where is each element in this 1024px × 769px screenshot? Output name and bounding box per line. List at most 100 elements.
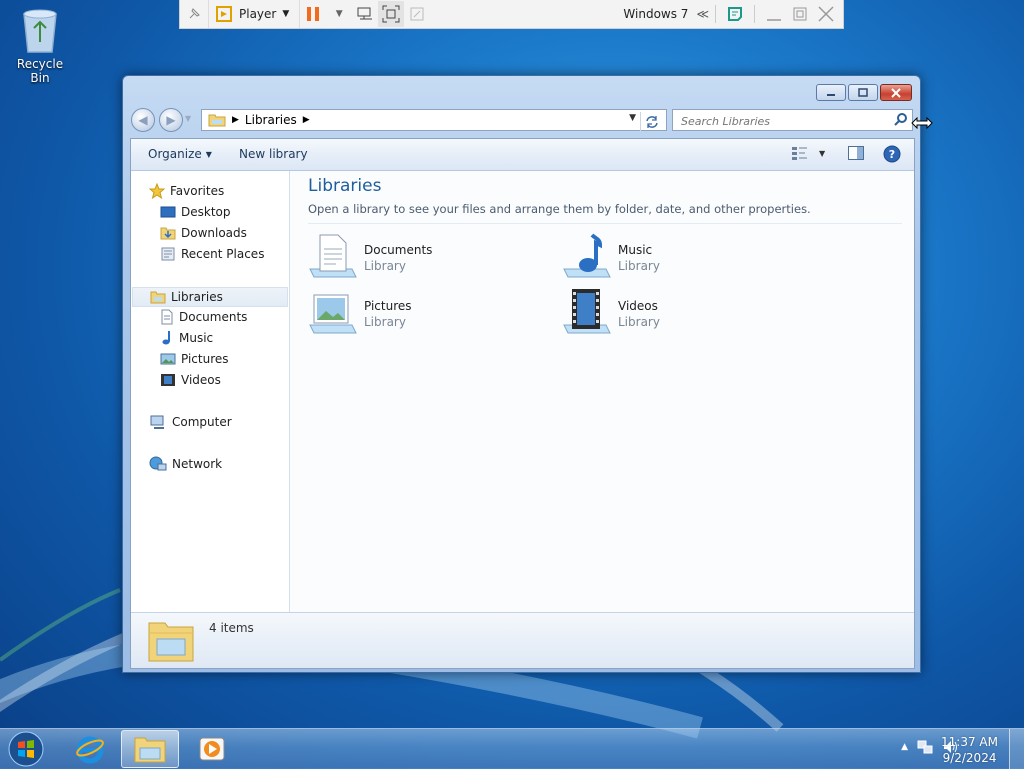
send-ctrl-alt-del-button[interactable] [352,1,378,27]
pin-icon[interactable] [180,0,209,28]
library-type: Library [364,315,406,329]
address-history-dropdown[interactable]: ▼ [629,113,636,123]
forward-button[interactable]: ▶ [159,108,183,132]
clock-time: 11:37 AM [941,735,998,749]
taskbar-internet-explorer[interactable] [61,730,119,768]
explorer-window: ◀ ▶ ▼ ▶ Libraries ▶ ▼ Organize ▼ [122,75,921,673]
unity-button[interactable] [404,1,430,27]
address-bar[interactable]: ▶ Libraries ▶ ▼ [201,109,667,132]
library-pictures[interactable]: Pictures Library [308,287,538,337]
internet-explorer-icon [76,736,104,764]
documents-library-icon [309,234,357,278]
organize-label: Organize [148,147,202,161]
content-frame: Organize ▼ New library ▼ ? Favorites Des… [130,138,915,669]
nav-pictures[interactable]: Pictures [160,349,229,369]
nav-libraries-label: Libraries [171,290,223,304]
show-desktop-button[interactable] [1009,729,1024,769]
nav-desktop-label: Desktop [181,205,231,219]
organize-button[interactable]: Organize ▼ [148,147,212,161]
libraries-folder-icon [150,291,166,304]
minimize-icon [827,93,835,96]
fullscreen-button[interactable] [378,1,405,27]
message-log-button[interactable] [722,1,748,27]
new-library-button[interactable]: New library [239,147,308,161]
navigation-pane: Favorites Desktop Downloads Recent Place… [131,171,290,612]
start-button[interactable] [6,731,46,767]
recycle-bin-label: Recycle Bin [16,57,64,85]
close-icon [891,87,901,98]
separator [715,5,716,23]
nav-music[interactable]: Music [160,328,213,348]
libraries-content: Libraries Open a library to see your fil… [290,171,914,612]
close-player-button[interactable] [813,1,839,27]
recycle-bin-shortcut[interactable]: Recycle Bin [8,6,72,85]
recent-pages-dropdown[interactable]: ▼ [185,114,191,123]
nav-videos[interactable]: Videos [160,370,221,390]
nav-recent-places[interactable]: Recent Places [160,244,264,264]
minimize-player-button[interactable] [761,1,787,27]
breadcrumb-separator-icon[interactable]: ▶ [232,115,239,125]
search-input[interactable] [679,111,888,131]
nav-libraries[interactable]: Libraries [132,287,288,307]
breadcrumb-separator-icon[interactable]: ▶ [303,115,310,125]
player-icon [216,6,232,22]
library-name: Documents [364,243,433,257]
taskbar-media-player[interactable] [183,730,241,768]
resize-cursor-icon [911,117,933,129]
network-status-icon[interactable] [916,739,934,755]
vmware-toolbar: Player ▼ ▼ Windows 7 ≪ [179,0,844,29]
pause-menu-dropdown[interactable]: ▼ [326,1,352,27]
forward-arrow-icon: ▶ [166,113,176,127]
breadcrumb-libraries[interactable]: Libraries [245,113,297,127]
nav-computer[interactable]: Computer [149,412,232,432]
minimize-button[interactable] [816,84,846,101]
nav-network[interactable]: Network [149,454,222,474]
close-button[interactable] [880,84,912,101]
search-box [672,109,913,131]
breadcrumb: ▶ Libraries ▶ [208,113,310,127]
restore-player-button[interactable] [787,1,813,27]
search-icon[interactable] [894,112,908,126]
show-hidden-icons-button[interactable]: ▲ [901,742,908,752]
collapse-toolbar-button[interactable]: ≪ [696,7,709,21]
preview-pane-button[interactable] [847,145,865,161]
taskbar-windows-explorer[interactable] [121,730,179,768]
library-name: Music [618,243,653,257]
computer-icon [150,415,164,429]
nav-videos-label: Videos [181,373,221,387]
nav-downloads[interactable]: Downloads [160,223,247,243]
chevron-down-icon: ▼ [335,9,343,19]
change-view-button[interactable]: ▼ [791,145,825,161]
player-menu-button[interactable]: Player ▼ [209,0,301,28]
nav-computer-label: Computer [172,415,232,429]
nav-favorites[interactable]: Favorites [149,181,224,201]
nav-recent-places-label: Recent Places [181,247,265,261]
pause-button[interactable] [300,1,326,27]
pictures-icon [160,353,176,365]
fullscreen-icon [382,5,400,23]
help-button[interactable]: ? [883,145,901,163]
windows-start-icon [8,731,44,767]
separator [754,5,755,23]
library-music[interactable]: Music Library [562,231,792,281]
back-arrow-icon: ◀ [138,113,148,127]
caption-buttons [816,84,912,101]
star-icon [149,183,165,199]
refresh-button[interactable] [640,112,663,132]
pause-icon [307,7,320,21]
vm-title: Windows 7 [623,7,689,21]
library-videos[interactable]: Videos Library [562,287,792,337]
chevron-down-icon: ▼ [282,9,290,19]
nav-desktop[interactable]: Desktop [160,202,231,222]
music-note-icon [162,331,170,345]
maximize-button[interactable] [848,84,878,101]
player-label: Player [239,7,277,21]
taskbar: ▲ 11:37 AM 9/2/2024 [0,728,1024,769]
back-button[interactable]: ◀ [131,108,155,132]
network-icon [149,456,167,471]
nav-documents[interactable]: Documents [160,307,247,327]
system-clock[interactable]: 11:37 AM 9/2/2024 [941,734,998,766]
chevron-down-icon[interactable]: ▼ [819,149,825,158]
library-documents[interactable]: Documents Library [308,231,538,281]
minimize-icon [767,19,781,21]
